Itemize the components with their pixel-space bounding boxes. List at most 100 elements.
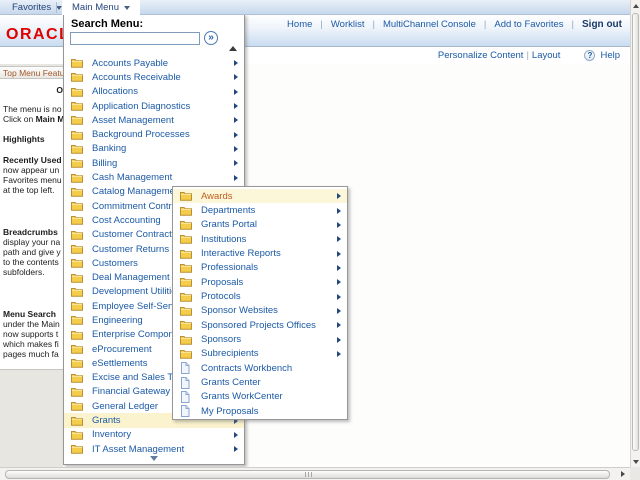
menu-item-awards[interactable]: Awards (173, 189, 347, 203)
menu-item-institutions[interactable]: Institutions (173, 232, 347, 246)
menu-item-allocations[interactable]: Allocations (64, 85, 244, 99)
menu-item-application-diagnostics[interactable]: Application Diagnostics (64, 99, 244, 113)
menu-arrow-icon (234, 132, 238, 138)
menu-arrow-icon (337, 322, 341, 328)
help-link[interactable]: Help (600, 50, 620, 61)
nav-link-home[interactable]: Home (287, 19, 312, 30)
menu-arrow-icon (234, 89, 238, 95)
menu-item-it-asset-management[interactable]: IT Asset Management (64, 442, 244, 456)
horizontal-scrollbar[interactable] (0, 467, 630, 480)
folder-icon (71, 230, 83, 240)
menu-item-my-proposals[interactable]: My Proposals (173, 404, 347, 418)
horizontal-scrollbar-thumb[interactable] (5, 470, 610, 479)
pagelet-text-line: which makes fi (3, 339, 69, 349)
search-menu-label: Search Menu: (71, 18, 143, 30)
scroll-right-icon[interactable] (621, 471, 625, 477)
help-group: ? Help (584, 50, 620, 61)
menu-item-inventory[interactable]: Inventory (64, 428, 244, 442)
folder-icon (180, 220, 192, 230)
menu-item-billing[interactable]: Billing (64, 156, 244, 170)
main-menu-button[interactable]: Main Menu (62, 0, 140, 15)
menu-item-label: Billing (92, 158, 234, 169)
layout-link[interactable]: Layout (532, 50, 561, 61)
menu-item-contracts-workbench[interactable]: Contracts Workbench (173, 361, 347, 375)
menu-arrow-icon (234, 74, 238, 80)
menu-item-background-processes[interactable]: Background Processes (64, 127, 244, 141)
menu-arrow-icon (234, 146, 238, 152)
menu-item-label: My Proposals (201, 406, 347, 417)
folder-icon (71, 144, 83, 154)
menu-item-proposals[interactable]: Proposals (173, 275, 347, 289)
folder-icon (71, 387, 83, 397)
sign-out-link[interactable]: Sign out (582, 19, 622, 30)
folder-icon (71, 358, 83, 368)
menu-item-label: Inventory (92, 429, 234, 440)
menu-arrow-icon (337, 337, 341, 343)
pagelet-text-line: subfolders. (3, 267, 69, 277)
menu-arrow-icon (337, 351, 341, 357)
folder-icon (71, 373, 83, 383)
folder-icon (71, 115, 83, 125)
scroll-down-icon[interactable] (633, 460, 639, 464)
menu-item-label: Protocols (201, 291, 337, 302)
menu-item-accounts-receivable[interactable]: Accounts Receivable (64, 70, 244, 84)
vertical-scrollbar[interactable] (630, 0, 640, 467)
caret-down-icon (124, 6, 130, 10)
menu-arrow-icon (234, 160, 238, 166)
menu-item-asset-management[interactable]: Asset Management (64, 113, 244, 127)
menu-item-sponsors[interactable]: Sponsors (173, 332, 347, 346)
scroll-up-icon[interactable] (229, 46, 237, 51)
page-icon (180, 362, 192, 374)
folder-icon (71, 215, 83, 225)
menu-search-input[interactable] (70, 32, 200, 45)
nav-link-add-to-favorites[interactable]: Add to Favorites (494, 19, 563, 30)
menubar: Favorites Main Menu (0, 0, 630, 15)
menu-item-accounts-payable[interactable]: Accounts Payable (64, 56, 244, 70)
vertical-scrollbar-thumb[interactable] (632, 13, 639, 451)
pagelet-text-line: now supports t (3, 329, 69, 339)
menu-item-label: Cash Management (92, 172, 234, 183)
pagelet-text-line: now appear un (3, 165, 69, 175)
menu-arrow-icon (337, 265, 341, 271)
menu-arrow-icon (337, 236, 341, 242)
pagelet-text-line: path and give y (3, 247, 69, 257)
menu-item-cash-management[interactable]: Cash Management (64, 170, 244, 184)
folder-icon (71, 416, 83, 426)
folder-icon (180, 306, 192, 316)
nav-link-multichannel-console[interactable]: MultiChannel Console (383, 19, 476, 30)
divider: | (372, 19, 374, 30)
menu-arrow-icon (337, 294, 341, 300)
pagelet-text-line: display your na (3, 237, 69, 247)
top-menu-features-pagelet: Top Menu Featu OThe menu is noClick on M… (0, 66, 70, 370)
scroll-up-icon[interactable] (633, 4, 639, 8)
menu-item-subrecipients[interactable]: Subrecipients (173, 347, 347, 361)
menu-item-professionals[interactable]: Professionals (173, 261, 347, 275)
divider: | (572, 19, 574, 30)
folder-icon (71, 287, 83, 297)
folder-icon (71, 258, 83, 268)
menu-item-interactive-reports[interactable]: Interactive Reports (173, 246, 347, 260)
pagelet-text-line: Highlights (3, 134, 69, 144)
menu-item-label: Application Diagnostics (92, 101, 234, 112)
search-go-button[interactable]: » (204, 31, 218, 45)
pagelet-title: Top Menu Featu (3, 68, 64, 78)
folder-icon (71, 273, 83, 283)
menu-arrow-icon (337, 279, 341, 285)
menu-arrow-icon (234, 432, 238, 438)
personalize-content-link[interactable]: Personalize Content (438, 50, 524, 61)
menu-item-grants-center[interactable]: Grants Center (173, 375, 347, 389)
menu-item-label: Interactive Reports (201, 248, 337, 259)
menu-item-protocols[interactable]: Protocols (173, 289, 347, 303)
menu-item-sponsor-websites[interactable]: Sponsor Websites (173, 304, 347, 318)
folder-icon (180, 249, 192, 259)
menu-item-departments[interactable]: Departments (173, 203, 347, 217)
menu-item-label: Departments (201, 205, 337, 216)
folder-icon (71, 430, 83, 440)
nav-link-worklist[interactable]: Worklist (331, 19, 365, 30)
menu-item-label: Sponsors (201, 334, 337, 345)
scroll-down-icon[interactable] (150, 456, 158, 461)
menu-item-banking[interactable]: Banking (64, 142, 244, 156)
menu-item-grants-workcenter[interactable]: Grants WorkCenter (173, 390, 347, 404)
menu-item-grants-portal[interactable]: Grants Portal (173, 218, 347, 232)
menu-item-sponsored-projects-offices[interactable]: Sponsored Projects Offices (173, 318, 347, 332)
